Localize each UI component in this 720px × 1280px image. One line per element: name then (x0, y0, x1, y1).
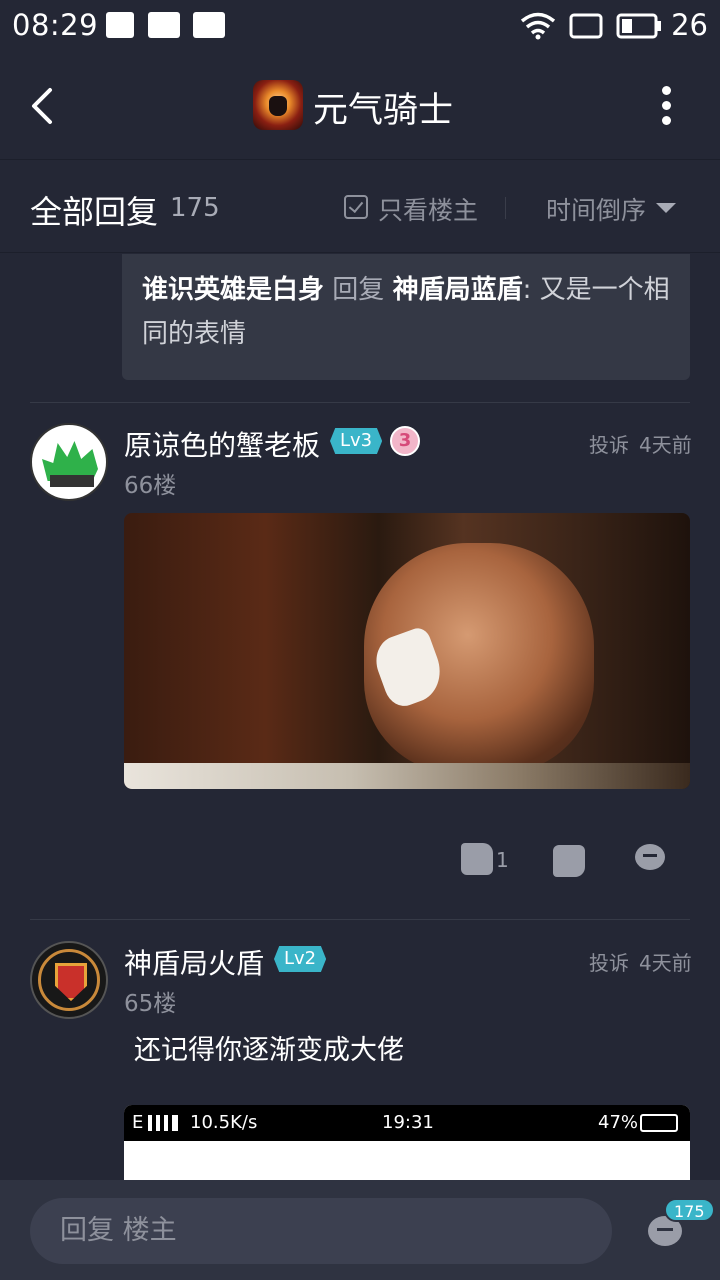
like-count: 1 (496, 848, 509, 872)
sim-icon (193, 12, 225, 38)
screenshot-signal: E (132, 1112, 144, 1133)
page-title: 元气骑士 (313, 91, 454, 131)
status-bar: 08:29 26 (0, 0, 720, 52)
post-actions: 1 (0, 840, 720, 880)
top-nav: 元气骑士 (0, 52, 720, 160)
screenshot-speed: 10.5K/s (190, 1112, 258, 1133)
post-time: 4天前 (639, 433, 692, 457)
bottom-bar: 回复 楼主 175 (0, 1180, 720, 1280)
filter-bar: 全部回复 175 只看楼主 时间倒序 (0, 161, 720, 253)
signal-icon (148, 1115, 178, 1131)
level-badge: Lv2 (274, 946, 327, 972)
post-time: 4天前 (639, 951, 692, 975)
quote-author[interactable]: 谁识英雄是白身 (142, 275, 324, 305)
screenshot-status-bar: E 10.5K/s 19:31 47% (124, 1105, 690, 1141)
all-replies-title: 全部回复 (30, 193, 159, 231)
divider (505, 197, 506, 219)
report-link[interactable]: 投诉 (589, 947, 629, 976)
screenshot-battery: 47% (598, 1112, 639, 1133)
image-icon (148, 12, 180, 38)
battery-icon (616, 13, 661, 39)
post-text: 还记得你逐渐变成大佬 (134, 1035, 404, 1066)
caret-down-icon[interactable] (656, 203, 676, 213)
thumbs-up-icon[interactable] (461, 843, 493, 875)
screen-rotate-icon (569, 13, 603, 39)
level-badge: Lv3 (330, 428, 383, 454)
floor-number: 65楼 (124, 991, 177, 1017)
sort-order-dropdown[interactable]: 时间倒序 (546, 191, 646, 227)
status-time: 08:29 (12, 8, 99, 42)
battery-icon (640, 1114, 678, 1132)
post-username[interactable]: 神盾局火盾 (124, 942, 264, 982)
chevron-left-icon[interactable] (22, 82, 66, 130)
radio-icon (106, 12, 134, 38)
comment-count-badge: 175 (664, 1198, 715, 1222)
divider (30, 919, 690, 920)
avatar[interactable] (30, 941, 108, 1019)
only-op-label[interactable]: 只看楼主 (378, 191, 478, 227)
fan-badge: 3 (390, 426, 420, 456)
post-username[interactable]: 原谅色的蟹老板 (124, 424, 320, 464)
reply-count: 175 (170, 193, 220, 223)
more-vertical-icon[interactable] (660, 86, 672, 126)
screenshot-time: 19:31 (382, 1112, 434, 1133)
battery-level: 26 (671, 8, 708, 42)
report-link[interactable]: 投诉 (589, 429, 629, 458)
thumbs-down-icon[interactable] (553, 845, 585, 877)
quoted-reply[interactable]: 谁识英雄是白身 回复 神盾局蓝盾: 又是一个相同的表情 (122, 254, 690, 380)
avatar[interactable] (30, 423, 108, 501)
wifi-icon (520, 12, 556, 40)
floor-number: 66楼 (124, 473, 177, 499)
quote-verb: 回复 (332, 275, 385, 305)
divider (30, 402, 690, 403)
post-image[interactable] (124, 513, 690, 789)
only-op-checkbox[interactable] (344, 195, 368, 219)
quote-target[interactable]: 神盾局蓝盾 (393, 275, 523, 305)
comment-icon[interactable] (635, 844, 665, 870)
app-icon (253, 80, 303, 130)
reply-input[interactable]: 回复 楼主 (30, 1198, 612, 1264)
